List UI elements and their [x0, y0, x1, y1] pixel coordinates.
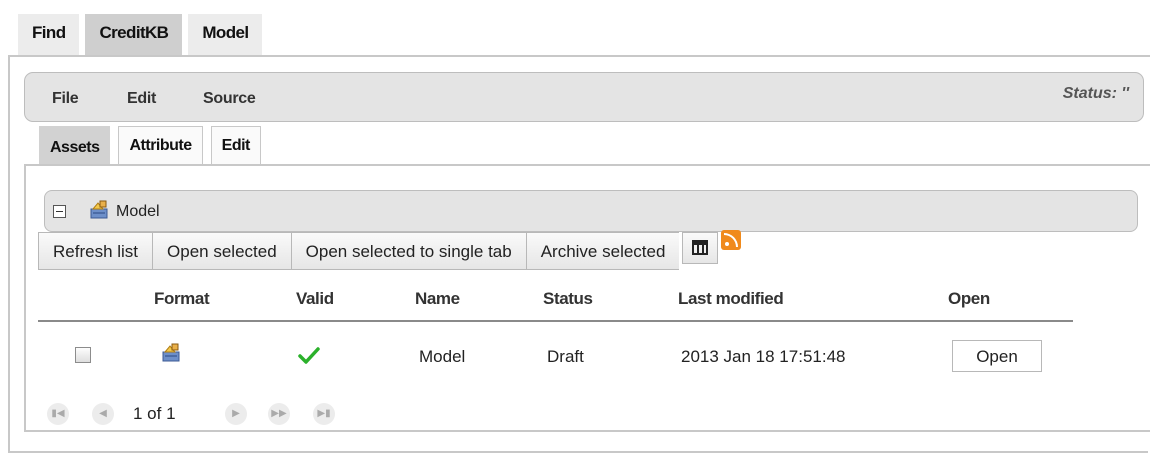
header-status[interactable]: Status: [543, 289, 593, 309]
package-icon: [90, 200, 108, 219]
column-picker-button[interactable]: [682, 232, 719, 264]
model-section-header: Model: [44, 190, 1138, 232]
valid-check-icon: [298, 347, 320, 364]
top-tab-bar: Find CreditKB Model: [18, 14, 268, 55]
header-divider: [38, 320, 1073, 322]
asset-toolbar: Refresh list Open selected Open selected…: [38, 230, 742, 270]
menu-file[interactable]: File: [52, 90, 79, 108]
header-name[interactable]: Name: [415, 289, 460, 309]
menu-bar: File Edit Source Status: '': [24, 72, 1144, 122]
tab-edit[interactable]: Edit: [210, 126, 261, 164]
package-icon: [162, 343, 180, 362]
tab-model[interactable]: Model: [188, 14, 263, 55]
header-open: Open: [948, 289, 990, 308]
cell-status: Draft: [547, 347, 584, 366]
tab-attribute[interactable]: Attribute: [118, 126, 203, 164]
tab-creditkb[interactable]: CreditKB: [85, 14, 183, 55]
sub-tab-bar: Assets Attribute Edit: [39, 126, 269, 164]
status-label: Status: '': [1062, 85, 1129, 102]
columns-icon: [692, 240, 709, 255]
menu-edit[interactable]: Edit: [127, 90, 156, 108]
last-page-icon[interactable]: ▶▮: [313, 403, 335, 425]
pager-label: 1 of 1: [133, 404, 176, 423]
open-selected-button[interactable]: Open selected: [152, 232, 291, 270]
header-format[interactable]: Format: [154, 289, 210, 309]
open-row-button[interactable]: Open: [952, 340, 1042, 372]
refresh-list-button[interactable]: Refresh list: [38, 232, 153, 270]
rss-feed-icon[interactable]: [721, 230, 742, 250]
tab-find[interactable]: Find: [18, 14, 80, 55]
first-page-icon[interactable]: ▮◀: [47, 403, 69, 425]
header-valid[interactable]: Valid: [296, 289, 334, 309]
collapse-minus-icon[interactable]: [53, 205, 66, 218]
fast-forward-icon[interactable]: ▶▶: [268, 403, 290, 425]
tab-assets[interactable]: Assets: [39, 126, 111, 164]
prev-page-icon[interactable]: ◀: [92, 403, 114, 425]
menu-source[interactable]: Source: [203, 90, 256, 108]
section-title: Model: [116, 203, 160, 220]
row-select-checkbox[interactable]: [75, 347, 91, 363]
cell-last-modified: 2013 Jan 18 17:51:48: [681, 347, 846, 366]
next-page-icon[interactable]: ▶: [225, 403, 247, 425]
archive-selected-button[interactable]: Archive selected: [525, 232, 680, 270]
open-selected-single-tab-button[interactable]: Open selected to single tab: [290, 232, 526, 270]
cell-name: Model: [419, 347, 466, 366]
header-last-modified[interactable]: Last modified: [678, 289, 784, 309]
